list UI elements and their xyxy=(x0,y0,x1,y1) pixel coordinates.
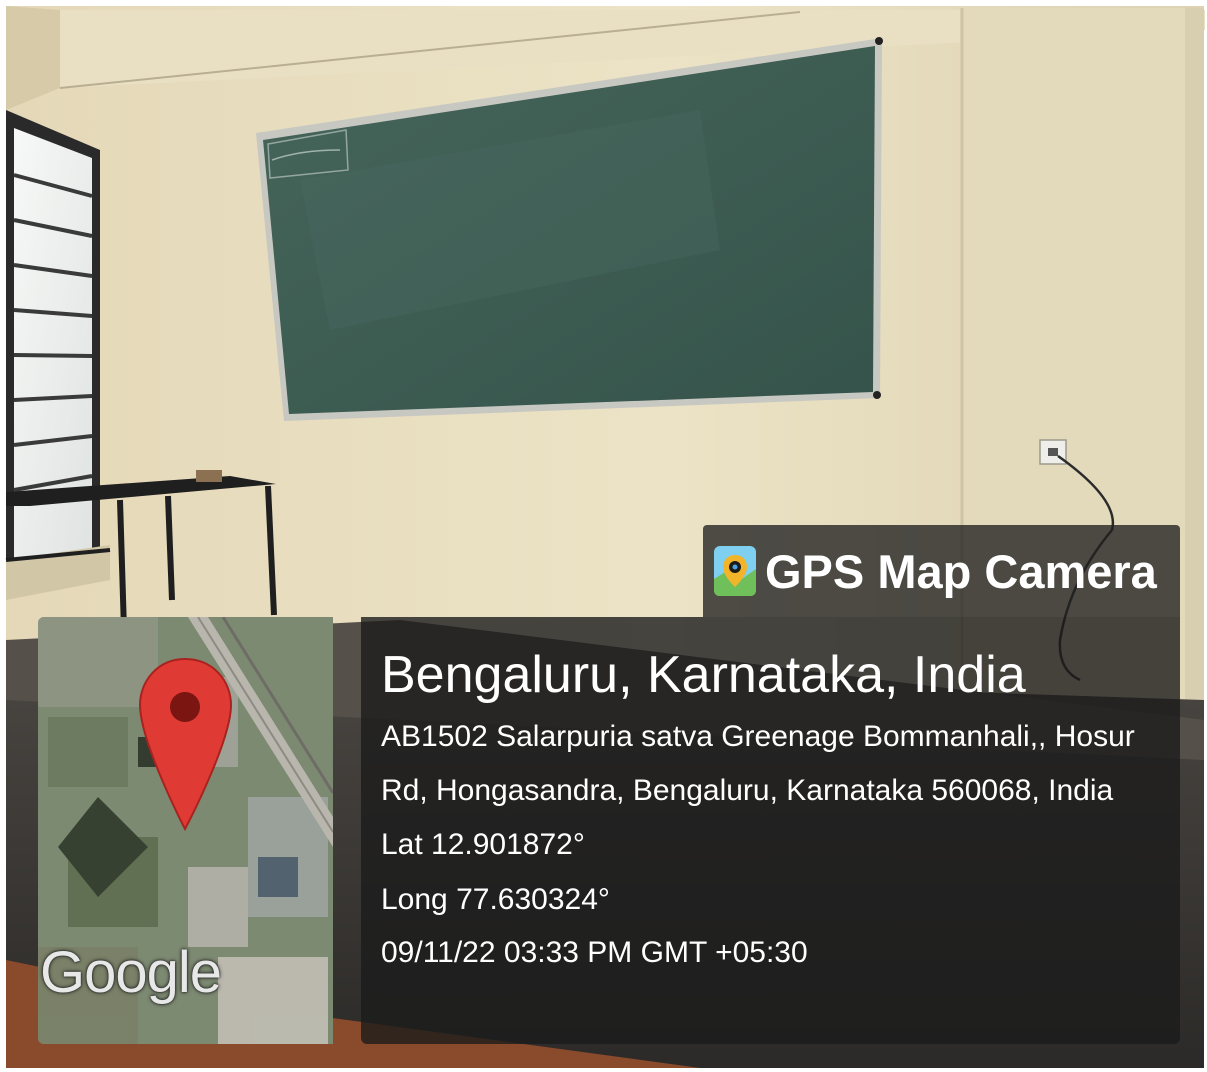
location-info-panel: Bengaluru, Karnataka, India AB1502 Salar… xyxy=(361,617,1180,1044)
window xyxy=(6,110,110,600)
photo-frame: GPS Map Camera Google Bengaluru, Karnata… xyxy=(0,0,1207,1072)
google-brand: Google xyxy=(40,940,222,1005)
latitude-text: Lat 12.901872° xyxy=(381,828,585,861)
map-pin-icon xyxy=(138,657,233,832)
gps-camera-app-icon xyxy=(714,546,756,596)
app-name: GPS Map Camera xyxy=(765,544,1157,598)
timestamp-text: 09/11/22 03:33 PM GMT +05:30 xyxy=(381,936,808,969)
longitude-text: Long 77.630324° xyxy=(381,883,610,916)
map-thumbnail: Google xyxy=(38,617,333,1044)
address-line-2: Rd, Hongasandra, Bengaluru, Karnataka 56… xyxy=(381,774,1114,807)
gps-app-badge: GPS Map Camera xyxy=(703,525,1180,617)
address-line-1: AB1502 Salarpuria satva Greenage Bommanh… xyxy=(381,720,1135,753)
location-title: Bengaluru, Karnataka, India xyxy=(381,646,1026,704)
